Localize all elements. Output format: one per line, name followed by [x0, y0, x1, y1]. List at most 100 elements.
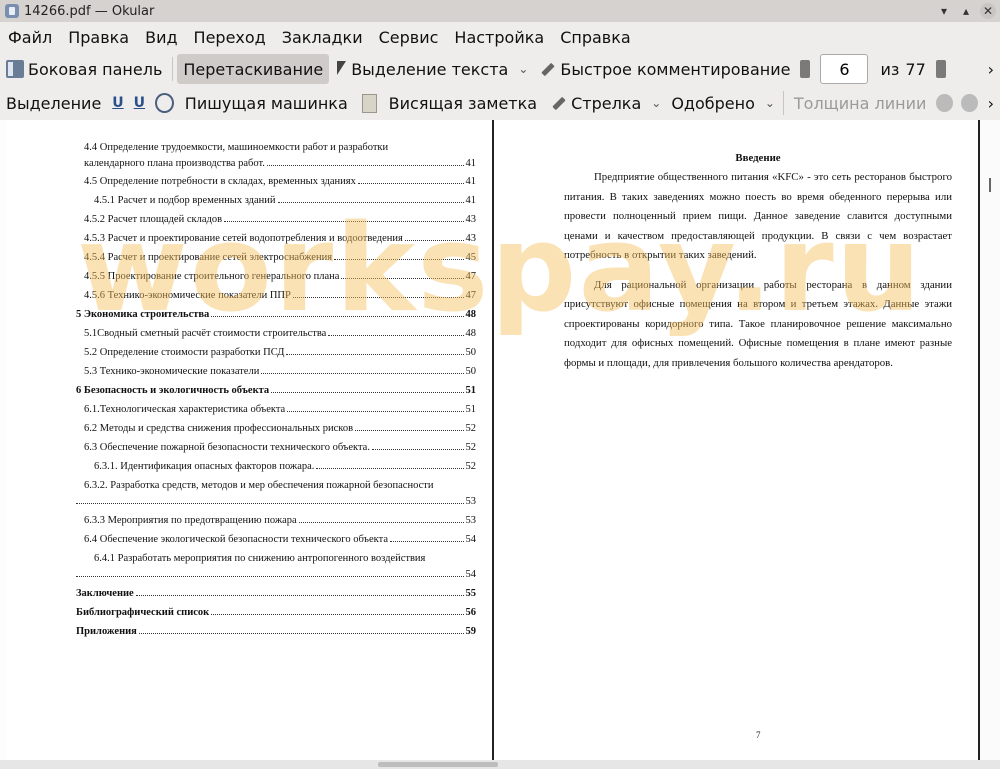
toc-entry-text: 4.5.6 Технико-экономические показатели П… — [84, 290, 293, 301]
squiggle-underline-icon[interactable]: U — [129, 95, 150, 111]
toc-leader-dots — [271, 392, 464, 393]
color-icon[interactable] — [936, 94, 953, 112]
toc-page-number: 41 — [463, 195, 476, 206]
horizontal-scrollbar[interactable] — [0, 760, 1000, 769]
toc-entry: Библиографический список 56 — [76, 607, 476, 618]
toc-page-number: 43 — [463, 233, 476, 244]
toc-entry-text: 6 Безопасность и экологичность объекта — [76, 385, 272, 396]
toc-entry: 5.1Сводный сметный расчёт стоимости стро… — [76, 328, 476, 339]
pen-icon — [538, 60, 556, 78]
underline-icon[interactable]: U — [107, 95, 128, 111]
toc-page-number: 51 — [463, 404, 476, 415]
toc-page-number: 55 — [463, 588, 476, 599]
okular-app-icon — [5, 4, 19, 18]
sidebar-button[interactable]: Боковая панель — [0, 54, 168, 84]
toc-leader-dots — [316, 468, 464, 469]
toc-leader-dots — [355, 430, 464, 431]
toc-leader-dots — [389, 541, 464, 542]
toc-entry-text: 6.3 Обеспечение пожарной безопасности те… — [84, 442, 372, 453]
quick-comment-button[interactable]: Быстрое комментирование — [532, 54, 796, 84]
toolbar-separator — [172, 57, 174, 81]
toc-entry-text: календарного плана производства работ. — [84, 158, 267, 169]
toc-entry-text: 6.3.1. Идентификация опасных факторов по… — [94, 461, 317, 472]
line-width-label: Толщина линии — [793, 93, 927, 113]
menu-bookmarks[interactable]: Закладки — [274, 28, 371, 47]
menu-tools[interactable]: Сервис — [371, 28, 447, 47]
toc-entry: 4.5.4 Расчет и проектирование сетей элек… — [76, 252, 476, 263]
close-icon[interactable]: ✕ — [980, 3, 996, 19]
toc-entry: 4.5.1 Расчет и подбор временных зданий 41 — [76, 195, 476, 206]
toc-entry: Приложения 59 — [76, 626, 476, 637]
toc-leader-dots — [286, 354, 464, 355]
toc-entry-line: 4.4 Определение трудоемкости, машиноемко… — [84, 142, 389, 153]
annotation-selection-button[interactable]: Выделение — [0, 88, 107, 118]
page-number-input[interactable]: 6 — [820, 54, 869, 84]
toc-entry: 4.5 Определение потребности в складах, в… — [76, 176, 476, 187]
toc-leader-dots — [261, 373, 464, 374]
toc-page-number: 54 — [463, 534, 476, 545]
scrollbar-thumb[interactable] — [989, 178, 991, 192]
document-viewer[interactable]: 4.4 Определение трудоемкости, машиноемко… — [0, 120, 1000, 769]
toc-leader-dots — [211, 614, 464, 615]
toc-leader-dots — [298, 522, 464, 523]
pdf-page-left: 4.4 Определение трудоемкости, машиноемко… — [6, 120, 494, 769]
paragraph: Для рациональной организации работы рест… — [564, 278, 952, 369]
chevron-down-icon[interactable]: ⌄ — [514, 62, 532, 76]
arrow-button[interactable]: Стрелка — [543, 88, 647, 118]
maximize-icon[interactable]: ▴ — [958, 3, 974, 19]
introduction-section: Введение Предприятие общественного питан… — [564, 152, 952, 373]
toc-entry-text: 4.5.1 Расчет и подбор временных зданий — [94, 195, 278, 206]
chevron-down-icon[interactable]: ⌄ — [647, 96, 665, 110]
scrollbar-thumb[interactable] — [378, 762, 498, 767]
title-bar: 14266.pdf — Okular ▾ ▴ ✕ — [0, 0, 1000, 23]
opacity-icon[interactable] — [960, 94, 978, 112]
menu-edit[interactable]: Правка — [60, 28, 137, 47]
vertical-scrollbar[interactable] — [980, 120, 1000, 769]
toc-entry-text: 6.2 Методы и средства снижения профессио… — [84, 423, 356, 434]
toc-entry: 5.2 Определение стоимости разработки ПСД… — [76, 347, 476, 358]
toc-entry-text: 5.2 Определение стоимости разработки ПСД — [84, 347, 287, 358]
page-of-label: из — [880, 59, 900, 79]
toc-entry-text: Приложения — [76, 626, 139, 637]
window-title: 14266.pdf — Okular — [24, 3, 155, 19]
line-width-button[interactable]: Толщина линии — [788, 88, 933, 118]
inline-note-button[interactable]: Висящая заметка — [383, 88, 543, 118]
toolbar-overflow-icon[interactable]: › — [982, 54, 1000, 84]
inline-note-label: Висящая заметка — [388, 93, 538, 113]
menu-view[interactable]: Вид — [137, 28, 185, 47]
toc-leader-dots — [371, 449, 464, 450]
toc-entry-text: 4.5.2 Расчет площадей складов — [84, 214, 225, 225]
note-icon — [361, 93, 377, 113]
text-select-tool-button[interactable]: Выделение текста — [329, 54, 514, 84]
toc-page-number: 45 — [463, 252, 476, 263]
toc-entry: 53 — [76, 496, 476, 507]
toc-entry-text: 4.5.4 Расчет и проектирование сетей элек… — [84, 252, 335, 263]
stamp-icon[interactable] — [155, 93, 174, 113]
toc-page-number: 59 — [463, 626, 476, 637]
typewriter-button[interactable]: Пишущая машинка — [179, 88, 354, 118]
toc-entry-text: 6.4 Обеспечение экологической безопаснос… — [84, 534, 390, 545]
minimize-icon[interactable]: ▾ — [936, 3, 952, 19]
menu-help[interactable]: Справка — [552, 28, 639, 47]
menu-go[interactable]: Переход — [186, 28, 274, 47]
toc-entry: 4.5.3 Расчет и проектирование сетей водо… — [76, 233, 476, 244]
browse-tool-button[interactable]: Перетаскивание — [177, 54, 330, 84]
toc-leader-dots — [328, 335, 464, 336]
toc-entry: 54 — [76, 569, 476, 580]
toc-entry: 6 Безопасность и экологичность объекта 51 — [76, 385, 476, 396]
chevron-down-icon[interactable]: ⌄ — [761, 96, 779, 110]
toc-leader-dots — [211, 316, 464, 317]
toc-leader-dots — [76, 503, 464, 504]
toc-page-number: 41 — [463, 158, 476, 169]
previous-page-icon[interactable] — [800, 60, 811, 78]
menu-file[interactable]: Файл — [0, 28, 60, 47]
approved-label: Одобрено — [671, 93, 755, 113]
toc-entry-text: 5 Экономика строительства — [76, 309, 212, 320]
toolbar-overflow-icon[interactable]: › — [982, 88, 1000, 118]
toc-entry-text: 6.3.3 Мероприятия по предотвращению пожа… — [84, 515, 299, 526]
next-page-icon[interactable] — [935, 60, 946, 78]
approved-stamp-button[interactable]: Одобрено — [665, 88, 761, 118]
menu-settings[interactable]: Настройка — [446, 28, 552, 47]
toc-entry-text: 4.5.3 Расчет и проектирование сетей водо… — [84, 233, 405, 244]
toc-entry: 5.3 Технико-экономические показатели 50 — [76, 366, 476, 377]
